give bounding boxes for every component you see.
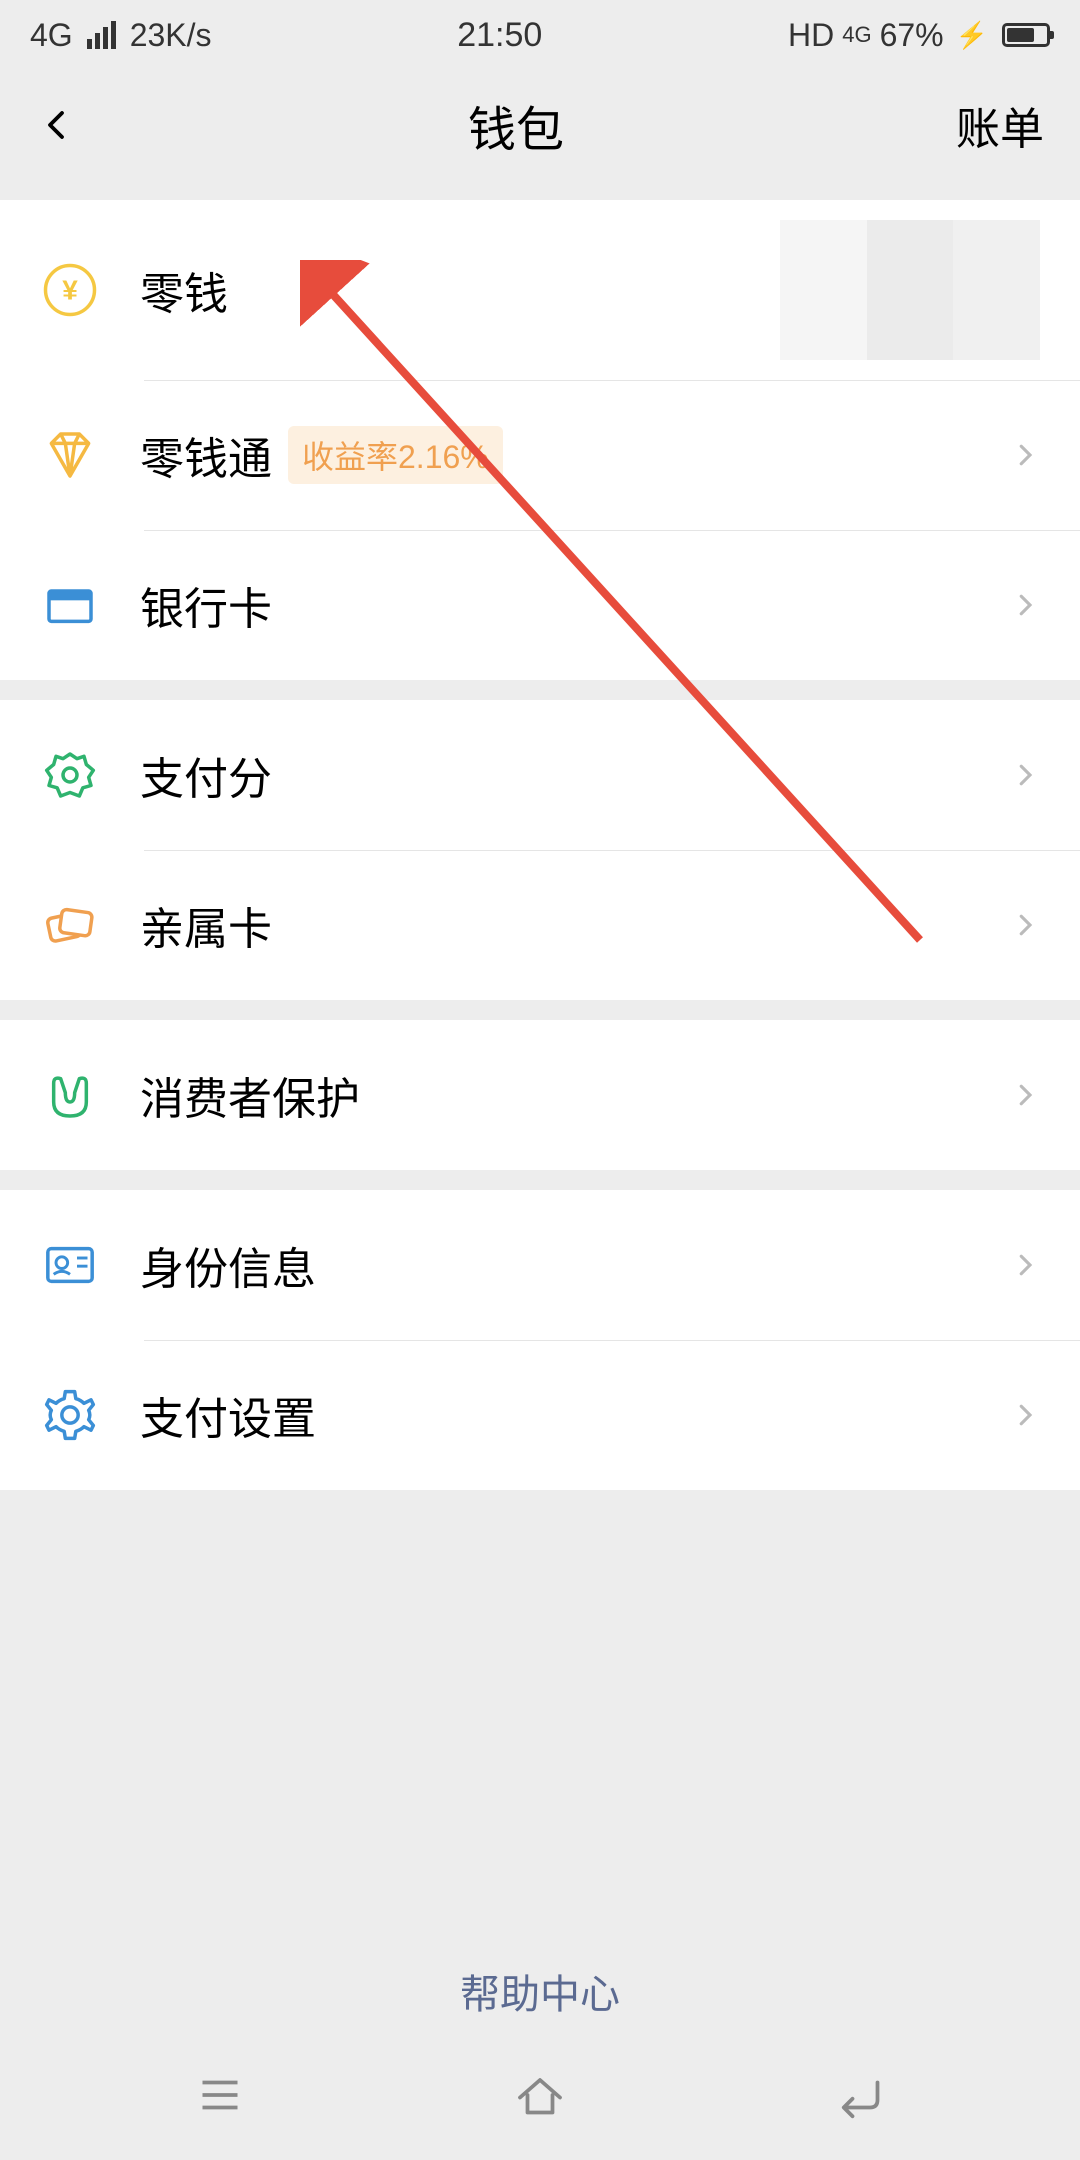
item-label: 亲属卡 [140, 893, 272, 957]
card-icon [36, 571, 104, 639]
chevron-right-icon [1010, 1250, 1040, 1280]
home-icon [510, 2065, 570, 2125]
list-item-pay-settings[interactable]: 支付设置 [0, 1340, 1080, 1490]
hands-icon [36, 1061, 104, 1129]
menu-button[interactable] [180, 2065, 260, 2125]
item-label: 零钱 [140, 258, 228, 322]
charging-icon: ⚡ [956, 20, 988, 51]
signal-icon [87, 21, 116, 49]
bills-button[interactable]: 账单 [956, 93, 1044, 157]
gear-icon [36, 1381, 104, 1449]
chevron-left-icon [38, 107, 74, 143]
data-icon: 4G [842, 24, 871, 46]
linked-card-icon [36, 891, 104, 959]
status-time: 21:50 [457, 16, 542, 55]
list-item-bank-cards[interactable]: 银行卡 [0, 530, 1080, 680]
id-card-icon [36, 1231, 104, 1299]
return-icon [830, 2065, 890, 2125]
section-settings: 身份信息 支付设置 [0, 1190, 1080, 1490]
list-item-consumer-protect[interactable]: 消费者保护 [0, 1020, 1080, 1170]
hd-label: HD [788, 17, 834, 54]
diamond-icon [36, 421, 104, 489]
yen-circle-icon: ¥ [36, 256, 104, 324]
nav-bar: 钱包 账单 [0, 70, 1080, 180]
menu-icon [190, 2065, 250, 2125]
redacted-value [780, 220, 1040, 360]
help-link[interactable]: 帮助中心 [460, 1973, 620, 2017]
chevron-right-icon [1010, 1080, 1040, 1110]
back-button[interactable] [36, 105, 76, 145]
section-protect: 消费者保护 [0, 1020, 1080, 1170]
svg-text:¥: ¥ [62, 274, 78, 305]
item-label: 身份信息 [140, 1233, 316, 1297]
return-button[interactable] [820, 2065, 900, 2125]
list-item-balance[interactable]: ¥ 零钱 [0, 200, 1080, 380]
section-pay: 支付分 亲属卡 [0, 700, 1080, 1000]
list-item-identity[interactable]: 身份信息 [0, 1190, 1080, 1340]
medal-icon [36, 741, 104, 809]
chevron-right-icon [1010, 440, 1040, 470]
home-button[interactable] [500, 2065, 580, 2125]
content: ¥ 零钱 零钱通 收益率2.16% 银行卡 [0, 200, 1080, 1490]
item-label: 支付分 [140, 743, 272, 807]
chevron-right-icon [1010, 760, 1040, 790]
chevron-right-icon [1010, 1400, 1040, 1430]
chevron-right-icon [1010, 590, 1040, 620]
battery-icon [996, 23, 1050, 47]
page-title: 钱包 [468, 90, 564, 160]
chevron-right-icon [1010, 910, 1040, 940]
item-label: 银行卡 [140, 573, 272, 637]
yield-badge: 收益率2.16% [288, 426, 503, 484]
list-item-family-card[interactable]: 亲属卡 [0, 850, 1080, 1000]
list-item-balance-plus[interactable]: 零钱通 收益率2.16% [0, 380, 1080, 530]
item-label: 零钱通 [140, 423, 272, 487]
network-speed: 23K/s [130, 17, 212, 54]
soft-nav-bar [0, 2030, 1080, 2160]
list-item-pay-score[interactable]: 支付分 [0, 700, 1080, 850]
status-bar: 4G 23K/s 21:50 HD 4G 67% ⚡ [0, 0, 1080, 70]
battery-percent: 67% [880, 17, 944, 54]
item-label: 支付设置 [140, 1383, 316, 1447]
item-label: 消费者保护 [140, 1063, 360, 1127]
section-money: ¥ 零钱 零钱通 收益率2.16% 银行卡 [0, 200, 1080, 680]
network-label: 4G [30, 17, 73, 54]
